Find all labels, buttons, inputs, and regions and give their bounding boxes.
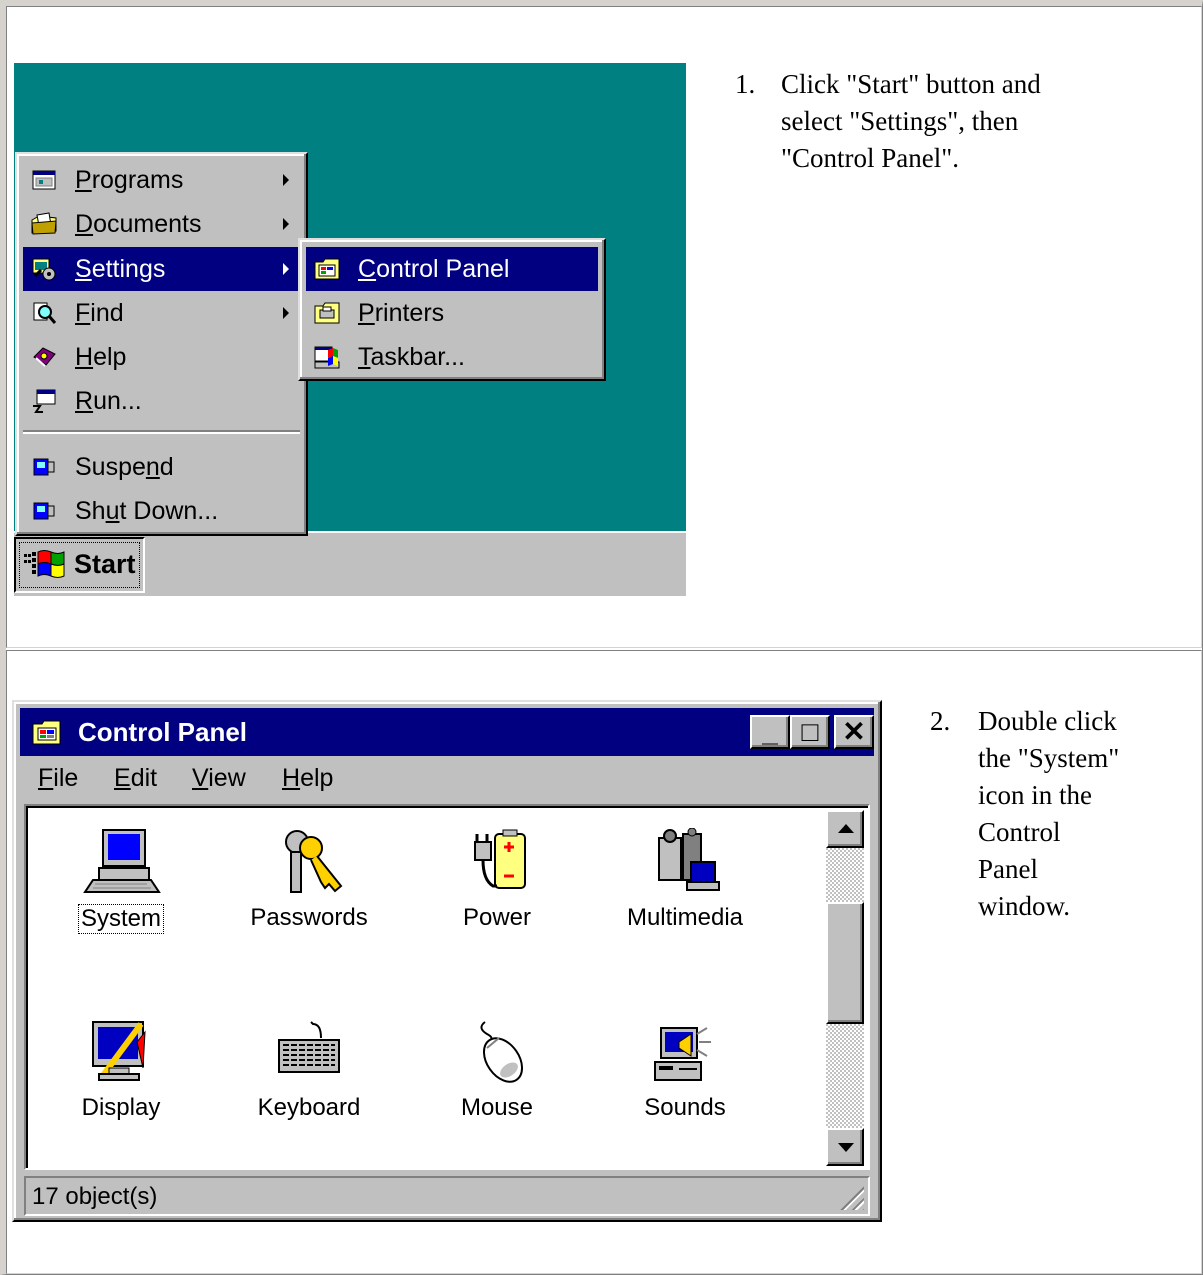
menu-help[interactable]: Help [282,764,333,793]
menu-item-label: Control Panel [358,254,510,283]
cp-item-multimedia[interactable]: Multimedia [610,828,760,932]
status-bar: 17 object(s) [24,1176,870,1216]
system-icon [46,828,196,898]
start-menu-item-programs[interactable]: Programs [23,158,300,202]
start-button[interactable]: Start [14,537,145,593]
cp-item-label: Passwords [250,904,368,931]
sounds-icon [610,1018,760,1088]
printers-icon [314,300,340,326]
control-panel-window: Control Panel _ □ ✕ File Edit View Help Sys… [12,700,882,1222]
window-title: Control Panel [78,717,248,747]
cp-item-label: Multimedia [626,904,744,931]
scroll-up-button[interactable] [826,810,864,848]
settings-submenu: Control Panel Printers Taskbar... [298,238,606,381]
step-2-line: Control [978,817,1061,847]
power-icon [422,828,572,898]
menu-separator [23,430,300,434]
control-panel-icon [314,256,340,282]
resize-grip-icon[interactable] [838,1184,864,1210]
menu-item-label: Settings [75,254,166,283]
programs-icon [31,167,57,193]
cp-item-label: System [77,904,164,934]
menu-item-label: Documents [75,209,202,238]
start-menu-item-shutdown[interactable]: Shut Down... [23,489,300,533]
cp-item-label: Display [81,1094,161,1121]
arrow-up-icon [838,824,854,833]
step-1-line: "Control Panel". [781,143,960,173]
step-2-line: icon in the [978,780,1092,810]
minimize-button[interactable]: _ [750,715,790,749]
taskbar-icon [314,344,340,370]
cp-item-label: Power [462,904,532,931]
close-button[interactable]: ✕ [834,715,874,749]
control-panel-icon [32,720,61,745]
cp-item-system[interactable]: System [46,828,196,934]
cp-item-display[interactable]: Display [46,1018,196,1122]
menu-item-label: Printers [358,298,445,327]
start-menu: Programs Documents Settings Find Help Run... S… [15,152,308,536]
passwords-icon [234,828,384,898]
cp-item-label: Sounds [644,1094,726,1121]
submenu-item-printers[interactable]: Printers [306,291,598,335]
help-icon [31,344,57,370]
menu-item-label: Programs [75,165,184,194]
multimedia-icon [610,828,760,898]
step-2-line: Panel [978,854,1038,884]
step-1-line: select "Settings", then [781,106,1019,136]
cp-item-passwords[interactable]: Passwords [234,828,384,932]
start-menu-item-documents[interactable]: Documents [23,202,300,246]
step-2-number: 2. [930,706,951,736]
menu-view[interactable]: View [192,764,246,793]
keyboard-icon [234,1018,384,1088]
menu-item-label: Shut Down... [75,496,219,525]
cp-item-power[interactable]: Power [422,828,572,932]
maximize-button[interactable]: □ [790,715,830,749]
scroll-thumb[interactable] [826,902,864,1024]
mouse-icon [422,1018,572,1088]
settings-icon [31,256,57,282]
step-1-line: Click "Start" button and [781,69,1041,99]
run-icon [31,388,57,414]
step-2-line: the "System" [978,743,1120,773]
vertical-scrollbar[interactable] [826,810,864,1166]
documents-icon [31,211,57,237]
submenu-arrow-icon [283,263,289,275]
submenu-item-taskbar[interactable]: Taskbar... [306,335,598,379]
windows-logo-icon [24,550,65,578]
menu-file[interactable]: File [38,764,78,793]
menu-item-label: Find [75,298,124,327]
start-label: Start [74,549,136,579]
suspend-icon [31,454,57,480]
menu-edit[interactable]: Edit [114,764,157,793]
step-1-number: 1. [735,69,756,99]
cp-item-label: Mouse [460,1094,534,1121]
submenu-arrow-icon [283,307,289,319]
icon-view: System Passwords Power Multimedia Display Key… [24,804,870,1170]
start-menu-item-suspend[interactable]: Suspend [23,445,300,489]
start-menu-item-find[interactable]: Find [23,291,300,335]
menu-item-label: Suspend [75,452,174,481]
step-2-line: Double click [978,706,1117,736]
cp-item-mouse[interactable]: Mouse [422,1018,572,1122]
submenu-item-controlpanel[interactable]: Control Panel [306,247,598,291]
cp-item-label: Keyboard [257,1094,361,1121]
title-bar[interactable]: Control Panel _ □ ✕ [20,708,874,756]
object-count: 17 object(s) [32,1183,158,1210]
start-menu-item-run[interactable]: Run... [23,379,300,423]
submenu-arrow-icon [283,218,289,230]
cp-item-sounds[interactable]: Sounds [610,1018,760,1122]
menu-item-label: Help [75,342,127,371]
start-menu-item-settings[interactable]: Settings [23,247,300,291]
menu-item-label: Run... [75,386,142,415]
start-menu-item-help[interactable]: Help [23,335,300,379]
display-icon [46,1018,196,1088]
menu-item-label: Taskbar... [358,342,465,371]
submenu-arrow-icon [283,174,289,186]
find-icon [31,300,57,326]
cp-item-keyboard[interactable]: Keyboard [234,1018,384,1122]
arrow-down-icon [838,1143,854,1152]
scroll-down-button[interactable] [826,1128,864,1166]
shutdown-icon [31,498,57,524]
step-2-line: window. [978,891,1070,921]
